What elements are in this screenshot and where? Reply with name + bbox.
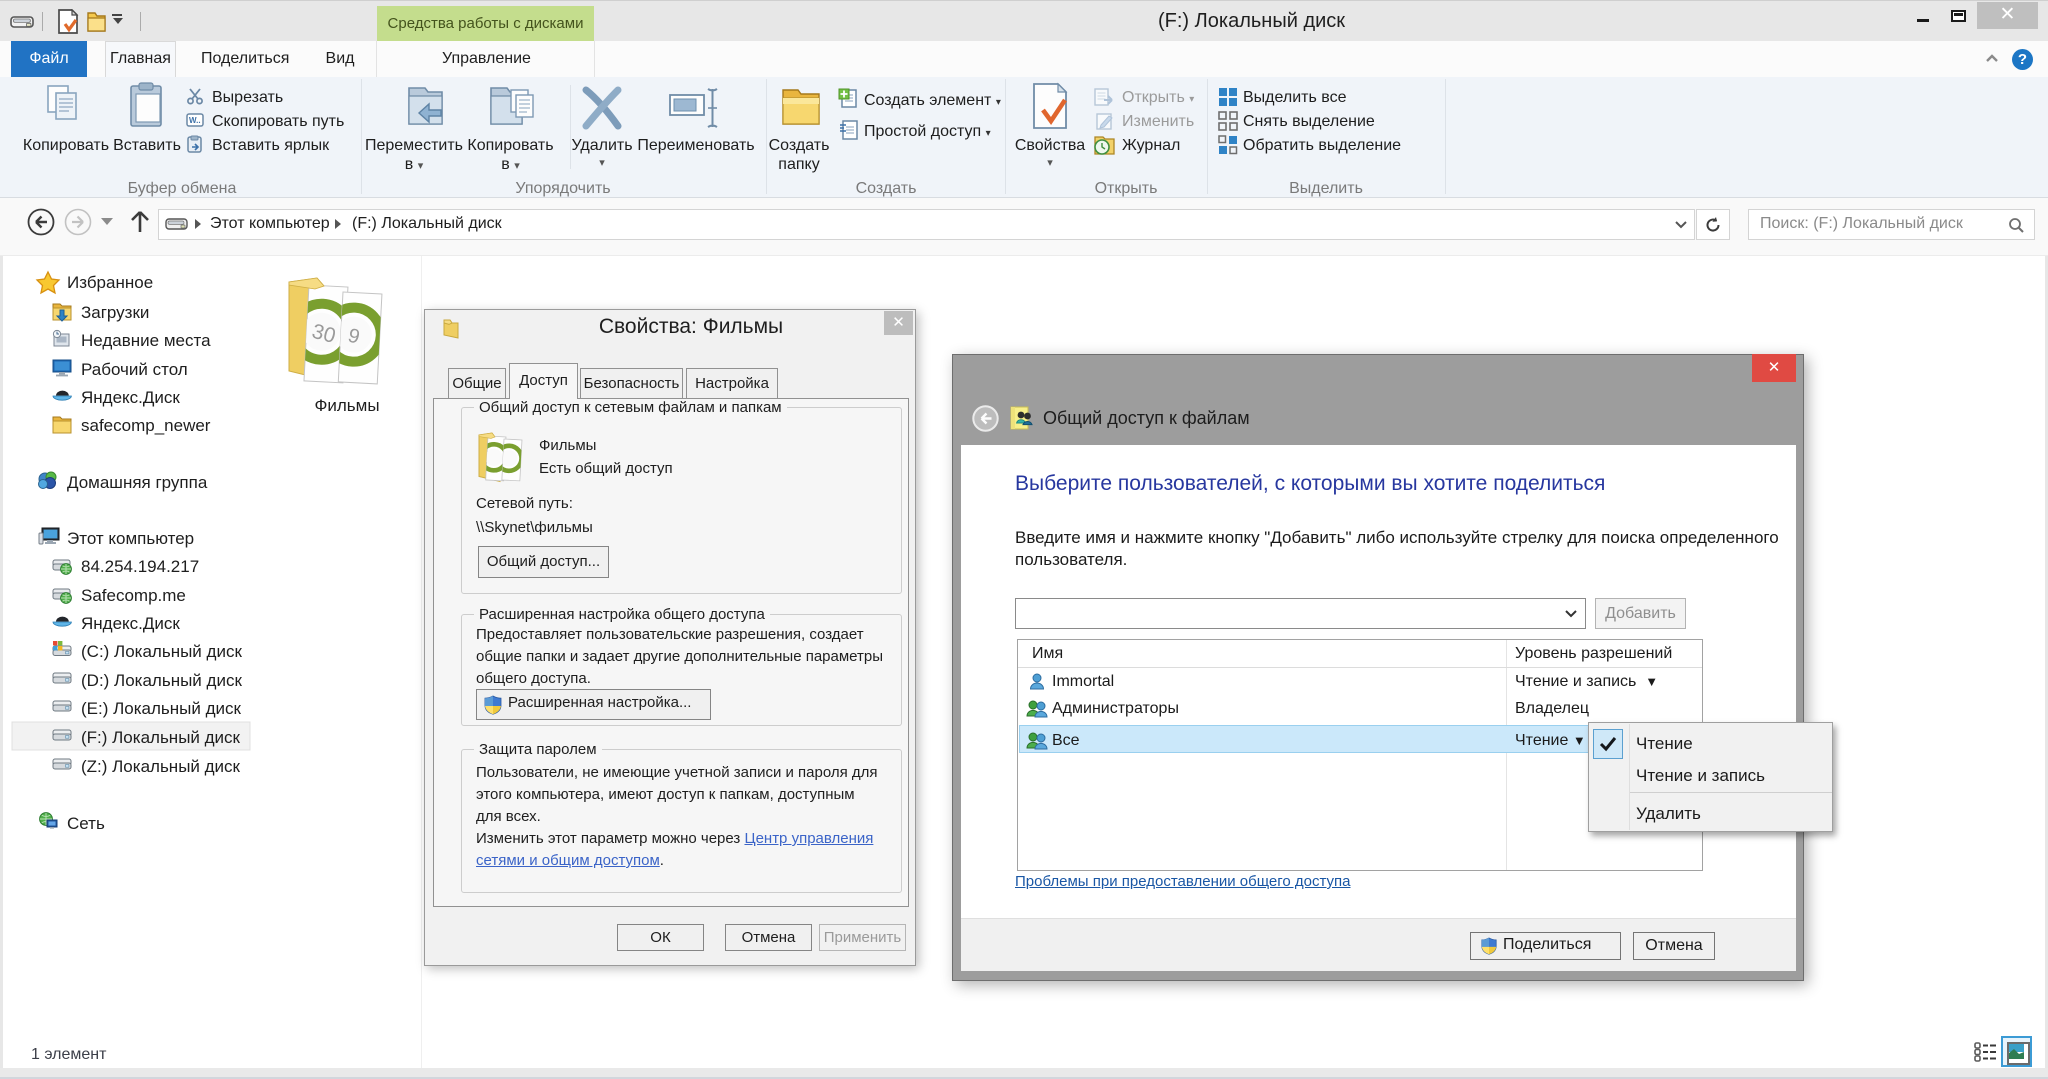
svg-text:W..: W..: [189, 116, 201, 125]
